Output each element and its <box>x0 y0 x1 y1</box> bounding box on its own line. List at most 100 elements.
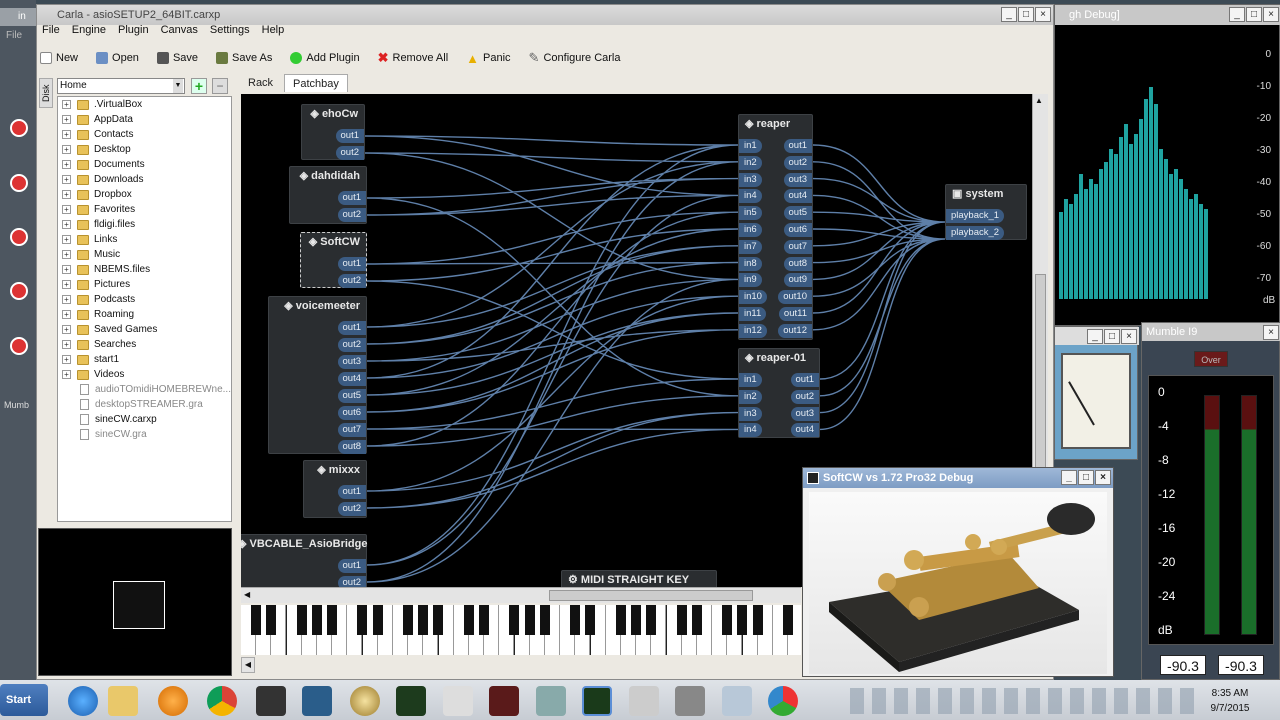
black-key[interactable] <box>251 605 261 635</box>
node-dahdidah[interactable]: ◈ dahdidah out1 out2 <box>289 166 367 224</box>
close-button[interactable]: × <box>1035 7 1051 22</box>
grid-app-icon[interactable] <box>489 686 519 716</box>
maximize-button[interactable]: □ <box>1078 470 1094 485</box>
black-key[interactable] <box>327 605 337 635</box>
port-out4[interactable]: out4 <box>337 372 366 386</box>
piano-keyboard[interactable] <box>241 605 801 655</box>
tree-file-item[interactable]: sineCW.gra <box>58 427 231 442</box>
port-out[interactable]: out3 <box>790 406 819 421</box>
port-out1[interactable]: out1 <box>337 559 366 573</box>
minimize-button[interactable]: _ <box>1001 7 1017 22</box>
record-button[interactable] <box>10 228 28 246</box>
link-app-icon[interactable] <box>629 686 659 716</box>
black-key[interactable] <box>631 605 641 635</box>
add-path-button[interactable]: + <box>191 78 207 94</box>
expand-icon[interactable]: + <box>62 370 71 379</box>
tree-folder-item[interactable]: + Documents <box>58 157 231 172</box>
port-in[interactable]: in3 <box>739 406 762 421</box>
morse-key-image[interactable] <box>809 492 1107 674</box>
tree-folder-item[interactable]: + Roaming <box>58 307 231 322</box>
record-button[interactable] <box>10 337 28 355</box>
black-key[interactable] <box>509 605 520 635</box>
tree-folder-item[interactable]: + Dropbox <box>58 187 231 202</box>
port-out3[interactable]: out3 <box>337 355 366 369</box>
port-out5[interactable]: out5 <box>337 389 366 403</box>
maximize-button[interactable]: □ <box>1104 329 1120 344</box>
piano-app-icon[interactable] <box>256 686 286 716</box>
port-in[interactable]: in8 <box>739 256 762 271</box>
black-key[interactable] <box>357 605 368 635</box>
port-out[interactable]: out8 <box>783 256 812 271</box>
black-key[interactable] <box>372 605 383 635</box>
black-key[interactable] <box>266 605 277 635</box>
port-playback-2[interactable]: playback_2 <box>946 226 1005 240</box>
port-out[interactable]: out11 <box>778 307 812 321</box>
port-out1[interactable]: out1 <box>337 485 366 499</box>
black-key[interactable] <box>433 605 444 635</box>
port-out[interactable]: out10 <box>778 290 812 305</box>
black-key[interactable] <box>403 605 413 635</box>
expand-icon[interactable]: + <box>62 250 71 259</box>
clock-time[interactable]: 8:35 AM <box>1205 688 1255 699</box>
expand-icon[interactable]: + <box>62 325 71 334</box>
port-in[interactable]: in5 <box>739 206 762 221</box>
expand-icon[interactable]: + <box>62 310 71 319</box>
node-softcw[interactable]: ◈ SoftCW out1 out2 <box>300 232 367 288</box>
port-out[interactable]: out4 <box>790 423 819 438</box>
canvas-minimap[interactable] <box>38 528 232 676</box>
port-out[interactable]: out7 <box>783 239 812 254</box>
start-button[interactable]: Start <box>0 684 48 716</box>
node-reaper[interactable]: ◈ reaper in1 out1 in2 out2 in3 out3 in4 out4 in5… <box>738 114 813 340</box>
node-reaper-01[interactable]: ◈ reaper-01 in1 out1 in2 out2 in3 out3 in4 out4 <box>738 348 820 438</box>
expand-icon[interactable]: + <box>62 205 71 214</box>
expand-icon[interactable]: + <box>62 220 71 229</box>
black-key[interactable] <box>722 605 733 635</box>
black-key[interactable] <box>752 605 763 635</box>
tree-folder-item[interactable]: + Links <box>58 232 231 247</box>
expand-icon[interactable]: + <box>62 160 71 169</box>
minimize-button[interactable]: _ <box>1087 329 1103 344</box>
port-in[interactable]: in2 <box>739 155 762 170</box>
port-out7[interactable]: out7 <box>337 423 366 437</box>
expand-icon[interactable]: + <box>62 235 71 244</box>
tree-file-item[interactable]: audioTOmidiHOMEBREWne... <box>58 382 231 397</box>
record-button[interactable] <box>10 119 28 137</box>
disk-side-tab[interactable]: Disk <box>39 78 53 108</box>
expand-icon[interactable]: + <box>62 130 71 139</box>
maximize-button[interactable]: □ <box>1018 7 1034 22</box>
black-key[interactable] <box>296 605 307 635</box>
camera-app-icon[interactable] <box>675 686 705 716</box>
expand-icon[interactable]: + <box>62 295 71 304</box>
close-button[interactable]: × <box>1263 7 1279 22</box>
port-in[interactable]: in6 <box>739 223 762 237</box>
tree-folder-item[interactable]: + Desktop <box>58 142 231 157</box>
port-in[interactable]: in9 <box>739 273 762 288</box>
port-in[interactable]: in7 <box>739 239 762 254</box>
port-out2[interactable]: out2 <box>337 502 366 516</box>
tree-file-item[interactable]: sineCW.carxp <box>58 412 231 427</box>
node-ehocw[interactable]: ◈ ehoCw out1 out2 <box>301 104 365 160</box>
scope-app-icon[interactable] <box>582 686 612 716</box>
tree-folder-item[interactable]: + Videos <box>58 367 231 382</box>
black-key[interactable] <box>737 605 748 635</box>
minimap-viewport[interactable] <box>113 581 165 629</box>
menu-file[interactable]: File <box>42 24 60 42</box>
port-out[interactable]: out2 <box>783 155 812 170</box>
port-out[interactable]: out9 <box>783 273 812 288</box>
tree-folder-item[interactable]: + fldigi.files <box>58 217 231 232</box>
port-in[interactable]: in1 <box>739 373 762 387</box>
chrome-icon[interactable] <box>207 686 237 716</box>
port-out2[interactable]: out2 <box>337 208 366 222</box>
save-button[interactable]: Save <box>156 52 198 64</box>
black-key[interactable] <box>479 605 489 635</box>
black-key[interactable] <box>646 605 657 635</box>
tree-folder-item[interactable]: + Podcasts <box>58 292 231 307</box>
black-key[interactable] <box>676 605 687 635</box>
node-vbcable[interactable]: ◈ VBCABLE_AsioBridge out1 out2 <box>241 534 367 587</box>
tree-folder-item[interactable]: + start1 <box>58 352 231 367</box>
black-key[interactable] <box>311 605 322 635</box>
configure-carla-button[interactable]: ✎ Configure Carla <box>529 50 621 66</box>
left-app-file-menu[interactable]: File <box>6 30 22 41</box>
window-app-icon[interactable] <box>722 686 752 716</box>
port-in[interactable]: in10 <box>739 290 767 305</box>
